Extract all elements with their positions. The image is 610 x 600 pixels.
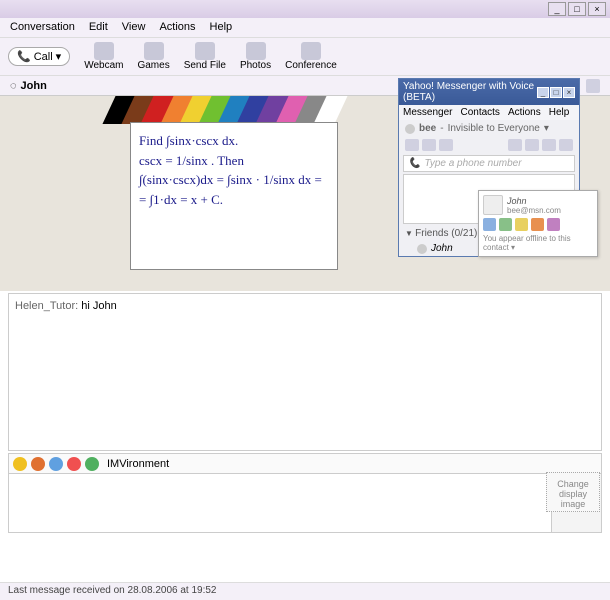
presence-icon: ◌ (10, 80, 17, 92)
message-input[interactable] (9, 474, 551, 532)
main-toolbar: 📞 Call ▾ Webcam Games Send File Photos C… (0, 38, 610, 76)
chat-sender: Helen_Tutor: (15, 300, 78, 312)
webcam-button[interactable]: Webcam (84, 42, 123, 71)
buzz-icon[interactable] (31, 457, 45, 471)
status-bar: Last message received on 28.08.2006 at 1… (0, 582, 610, 600)
change-display-image[interactable]: Change display image (546, 472, 600, 512)
messenger-menubar: Messenger Contacts Actions Help (399, 105, 579, 120)
whiteboard-canvas[interactable]: Find ∫sinx·cscx dx. cscx = 1/sinx . Then… (130, 122, 338, 270)
avatar-icon (483, 195, 503, 215)
sendfile-button[interactable]: Send File (184, 42, 226, 71)
sms-icon[interactable] (422, 139, 436, 151)
ym-maximize-button[interactable]: □ (550, 87, 562, 98)
phone-input[interactable]: 📞 Type a phone number (403, 155, 575, 172)
games-button[interactable]: Games (137, 42, 169, 71)
calendar-icon[interactable] (525, 139, 539, 151)
ym-minimize-button[interactable]: _ (537, 87, 549, 98)
menu-help[interactable]: Help (210, 21, 233, 34)
call-label: Call (34, 51, 53, 63)
menu-view[interactable]: View (122, 21, 146, 34)
launchcast-icon[interactable] (559, 139, 573, 151)
messenger-title: Yahoo! Messenger with Voice (BETA) (403, 81, 537, 103)
message-input-area: Send (8, 473, 602, 533)
popup-contact-name: John (507, 196, 561, 206)
call-button[interactable]: 📞 Call ▾ (8, 47, 70, 66)
contact-name-label: John (21, 80, 47, 92)
close-button[interactable]: × (588, 2, 606, 16)
phone-icon: 📞 (17, 50, 31, 63)
ym-menu-help[interactable]: Help (549, 107, 570, 118)
color-icon[interactable] (67, 457, 81, 471)
phone-icon: 📞 (408, 158, 420, 169)
ym-presence: Invisible to Everyone (448, 123, 540, 134)
popup-footer: You appear offline to this contact ▾ (483, 234, 593, 252)
handwriting-line: ∫(sinx·cscx)dx = ∫sinx · 1/sinx dx = (139, 170, 329, 190)
main-titlebar: _ □ × (0, 0, 610, 18)
chatroom-icon[interactable] (439, 139, 453, 151)
profile-icon[interactable] (586, 79, 600, 93)
emoticon-icon[interactable] (13, 457, 27, 471)
add-contact-icon[interactable] (405, 139, 419, 151)
games-icon (144, 42, 164, 60)
crayon-palette[interactable] (110, 96, 340, 124)
menu-edit[interactable]: Edit (89, 21, 108, 34)
phone-placeholder: Type a phone number (424, 158, 521, 169)
ym-close-button[interactable]: × (563, 87, 575, 98)
audibles-icon[interactable] (85, 457, 99, 471)
input-toolbar: IMVironment (8, 453, 602, 473)
chevron-down-icon: ▾ (56, 50, 62, 63)
minimize-button[interactable]: _ (548, 2, 566, 16)
imvironment-button[interactable]: IMVironment (107, 458, 169, 470)
ym-username: bee (419, 123, 436, 134)
popup-sms-icon[interactable] (515, 218, 528, 231)
radio-icon[interactable] (542, 139, 556, 151)
contact-popup: John bee@msn.com You appear offline to t… (478, 190, 598, 257)
mail-icon[interactable] (508, 139, 522, 151)
maximize-button[interactable]: □ (568, 2, 586, 16)
popup-call-icon[interactable] (499, 218, 512, 231)
messenger-status-row[interactable]: bee - Invisible to Everyone ▾ (399, 120, 579, 137)
popup-contact-email: bee@msn.com (507, 206, 561, 215)
messenger-titlebar[interactable]: Yahoo! Messenger with Voice (BETA) _ □ × (399, 79, 579, 105)
chat-message: hi John (81, 300, 116, 312)
chevron-down-icon: ▾ (544, 123, 549, 134)
menu-actions[interactable]: Actions (159, 21, 195, 34)
photos-button[interactable]: Photos (240, 42, 271, 71)
ym-menu-actions[interactable]: Actions (508, 107, 541, 118)
handwriting-line: = ∫1·dx = x + C. (139, 190, 329, 210)
ym-menu-messenger[interactable]: Messenger (403, 107, 452, 118)
presence-dot-icon (405, 124, 415, 134)
popup-im-icon[interactable] (483, 218, 496, 231)
popup-mail-icon[interactable] (531, 218, 544, 231)
ym-menu-contacts[interactable]: Contacts (460, 107, 499, 118)
handwriting-line: Find ∫sinx·cscx dx. (139, 131, 329, 151)
handwriting-line: cscx = 1/sinx . Then (139, 151, 329, 171)
menu-conversation[interactable]: Conversation (10, 21, 75, 34)
sendfile-icon (195, 42, 215, 60)
photos-icon (246, 42, 266, 60)
offline-dot-icon (417, 244, 427, 254)
chat-history[interactable]: Helen_Tutor: hi John (8, 293, 602, 451)
messenger-toolbar (399, 137, 579, 153)
conference-icon (301, 42, 321, 60)
webcam-icon (94, 42, 114, 60)
font-icon[interactable] (49, 457, 63, 471)
popup-more-icon[interactable] (547, 218, 560, 231)
contact-label: John (431, 243, 453, 254)
main-menubar: Conversation Edit View Actions Help (0, 18, 610, 38)
conference-button[interactable]: Conference (285, 42, 337, 71)
